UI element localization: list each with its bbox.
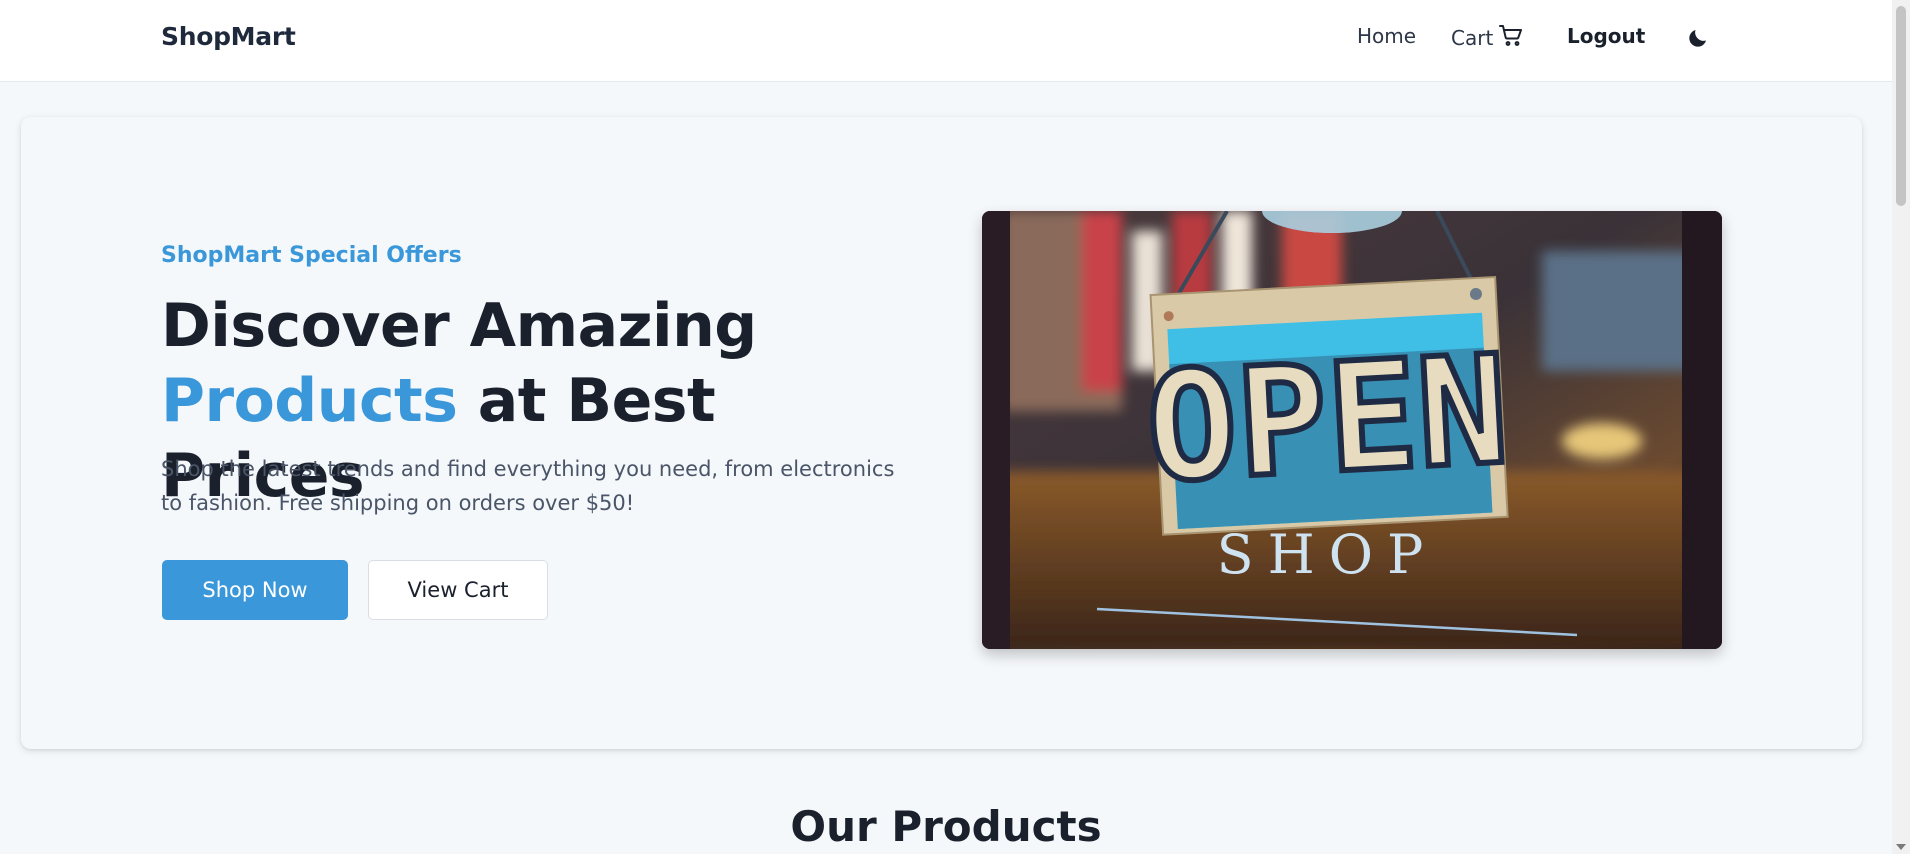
scrollbar-thumb[interactable]	[1896, 6, 1906, 206]
cart-icon	[1499, 24, 1523, 51]
shop-now-button[interactable]: Shop Now	[162, 560, 348, 620]
shop-text: SHOP	[1217, 523, 1438, 586]
headline-line1: Discover Amazing	[161, 291, 757, 361]
nav-link-home[interactable]: Home	[1357, 24, 1416, 48]
hero-section: ShopMart Special Offers Discover Amazing…	[21, 117, 1862, 749]
nav-link-cart[interactable]: Cart	[1451, 24, 1523, 51]
page-scrollbar[interactable]	[1892, 0, 1910, 854]
moon-icon	[1686, 30, 1710, 53]
logout-button[interactable]: Logout	[1567, 24, 1645, 48]
hero-image: OPEN SHOP	[982, 211, 1722, 649]
navbar: ShopMart Home Cart Logout	[0, 0, 1892, 82]
nav-link-cart-label: Cart	[1451, 25, 1494, 50]
sign-text: OPEN	[1142, 324, 1512, 517]
hero-lead: Shop the latest trends and find everythi…	[161, 457, 895, 515]
scroll-down-arrow[interactable]	[1896, 844, 1906, 850]
brand-logo[interactable]: ShopMart	[161, 22, 296, 51]
section-title: Our Products	[790, 802, 1102, 851]
view-cart-button[interactable]: View Cart	[368, 560, 548, 620]
theme-toggle-button[interactable]	[1686, 26, 1710, 50]
hero-eyebrow: ShopMart Special Offers	[161, 243, 462, 268]
headline-accent: Products	[161, 366, 458, 436]
